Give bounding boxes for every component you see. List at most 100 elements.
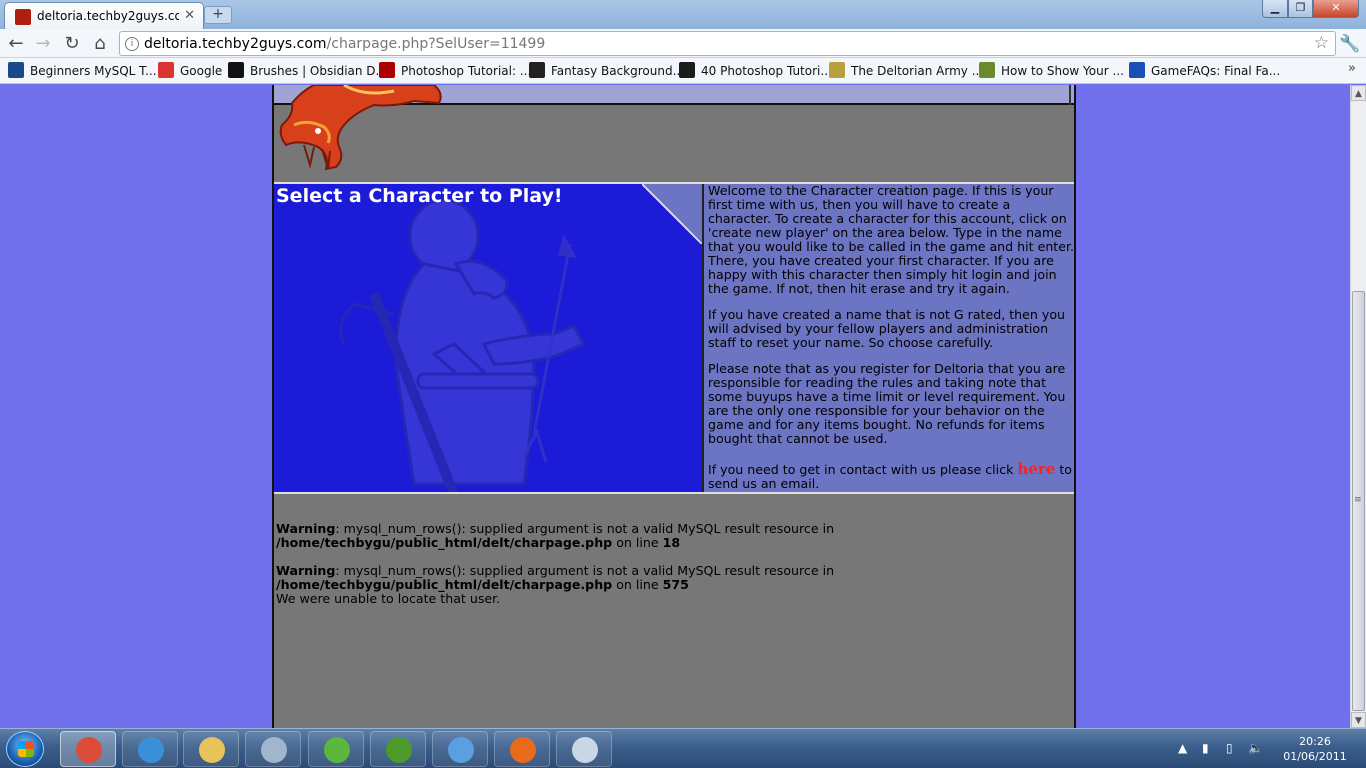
bookmark-item[interactable]: How to Show Your ... [979,62,1124,80]
clock-time: 20:26 [1299,735,1331,748]
warning-2: Warning: mysql_num_rows(): supplied argu… [276,564,1066,592]
intro-paragraph-1: Welcome to the Character creation page. … [708,183,1075,296]
clock[interactable]: 20:26 01/06/2011 [1270,734,1360,764]
windows-logo-icon [18,741,34,757]
character-art-panel: Select a Character to Play! [274,184,702,492]
deltorian-icon [829,62,845,78]
browser-tab[interactable]: deltoria.techby2guys.co... ✕ [4,2,204,29]
back-icon[interactable]: ← [5,33,27,55]
messenger-icon [448,737,474,763]
bookmark-item[interactable]: Brushes | Obsidian D... [228,62,387,80]
taskbar-button[interactable] [308,731,364,767]
error-message: We were unable to locate that user. [276,591,501,606]
show-hidden-icons-icon[interactable]: ▲ [1178,741,1187,755]
vertical-scrollbar[interactable]: ▲ ≡ ▼ [1350,85,1366,728]
scroll-down-arrow-icon[interactable]: ▼ [1351,712,1366,728]
firefox-icon [510,737,536,763]
tab-title: deltoria.techby2guys.co... [37,9,179,23]
battery-icon[interactable]: ▯ [1226,741,1233,755]
contact-before: If you need to get in contact with us pl… [708,462,1018,477]
bookmark-label: Fantasy Background... [551,64,685,78]
contact-paragraph: If you need to get in contact with us pl… [708,462,1076,491]
bookmark-item[interactable]: Fantasy Background... [529,62,684,80]
fantasy-icon [529,62,545,78]
taskbar-button[interactable] [245,731,301,767]
start-button[interactable] [6,731,44,767]
character-panel: Select a Character to Play! Welcome to t… [274,182,1074,494]
url-path: /charpage.php?SelUser=11499 [326,36,546,52]
paint-icon [572,737,598,763]
warning-message: : mysql_num_rows(): supplied argument is… [335,563,835,578]
warning-line-number: 18 [662,535,681,550]
archer-illustration [339,198,587,492]
bookmark-star-icon[interactable]: ☆ [1314,33,1329,53]
title-bar: deltoria.techby2guys.co... ✕ + ▁ ❐ ✕ [0,0,1366,29]
google-icon [158,62,174,78]
v-icon [679,62,695,78]
page-info-icon[interactable]: i [125,37,139,51]
content-column: Select a Character to Play! Welcome to t… [272,85,1076,728]
dragon-logo [279,85,442,171]
contact-here-link[interactable]: here [1017,460,1055,478]
calculator-icon [261,737,287,763]
panel-diagonal [642,184,704,244]
warning-1: Warning: mysql_num_rows(): supplied argu… [276,522,1066,550]
close-window-button[interactable]: ✕ [1313,0,1359,18]
intro-paragraph-2: If you have created a name that is not G… [708,307,1066,350]
bookmark-item[interactable]: Beginners MySQL T... [8,62,157,80]
obsidian-icon [228,62,244,78]
taskbar-button[interactable] [556,731,612,767]
utorrent-icon [386,737,412,763]
forward-icon[interactable]: → [32,33,54,55]
photoshop-icon [379,62,395,78]
taskbar-button[interactable] [183,731,239,767]
network-icon[interactable]: ▮ [1202,741,1209,755]
bookmark-label: Brushes | Obsidian D... [250,64,387,78]
bookmark-label: The Deltorian Army ... [851,64,984,78]
taskbar-button[interactable] [432,731,488,767]
warning-on-line: on line [612,535,663,550]
windows-icon [324,737,350,763]
taskbar-button[interactable] [494,731,550,767]
url-host: deltoria.techby2guys.com [144,36,327,52]
tab-close-icon[interactable]: ✕ [184,8,195,23]
php-warnings: Warning : mysql_num_rows(): supplied argu… [276,522,1066,606]
scroll-grip-icon: ≡ [1354,495,1362,505]
bookmark-item[interactable]: Google [158,62,222,80]
gamefaqs-icon [1129,62,1145,78]
more-bookmarks-icon[interactable]: » [1348,61,1356,76]
taskbar-button[interactable] [122,731,178,767]
clock-date: 01/06/2011 [1283,750,1347,763]
bookmark-item[interactable]: 40 Photoshop Tutori... [679,62,832,80]
howto-icon [979,62,995,78]
chrome-icon [76,737,102,763]
new-tab-button[interactable]: + [204,6,232,24]
address-bar[interactable]: i deltoria.techby2guys.com/charpage.php?… [119,31,1336,56]
warning-label: Warning [276,521,336,536]
bookmark-item[interactable]: Photoshop Tutorial: ... [379,62,531,80]
wrench-menu-icon[interactable]: 🔧 [1339,34,1360,54]
scroll-up-arrow-icon[interactable]: ▲ [1351,85,1366,101]
taskbar-button[interactable] [60,731,116,767]
page-viewport: Select a Character to Play! Welcome to t… [0,85,1350,728]
safari-icon [138,737,164,763]
bookmark-label: 40 Photoshop Tutori... [701,64,832,78]
reload-icon[interactable]: ↻ [61,33,83,55]
intro-paragraph-3: Please note that as you register for Del… [708,361,1066,446]
warning-path: /home/techbygu/public_html/delt/charpage… [276,577,613,592]
bookmark-label: GameFAQs: Final Fa... [1151,64,1281,78]
intro-panel: Welcome to the Character creation page. … [702,184,1074,492]
maximize-button[interactable]: ❐ [1288,0,1313,18]
mysql-icon [8,62,24,78]
deltoria-favicon-icon [15,9,31,25]
warning-on-line: on line [612,577,663,592]
volume-icon[interactable]: 🔈 [1248,741,1263,755]
page-title: Select a Character to Play! [276,185,563,207]
url-text[interactable]: deltoria.techby2guys.com/charpage.php?Se… [144,36,545,52]
taskbar-button[interactable] [370,731,426,767]
bookmark-item[interactable]: The Deltorian Army ... [829,62,983,80]
home-icon[interactable]: ⌂ [89,33,111,55]
bookmark-item[interactable]: GameFAQs: Final Fa... [1129,62,1280,80]
bookmarks-bar: Beginners MySQL T... Google Brushes | Obsi… [0,58,1366,84]
minimize-button[interactable]: ▁ [1262,0,1288,18]
